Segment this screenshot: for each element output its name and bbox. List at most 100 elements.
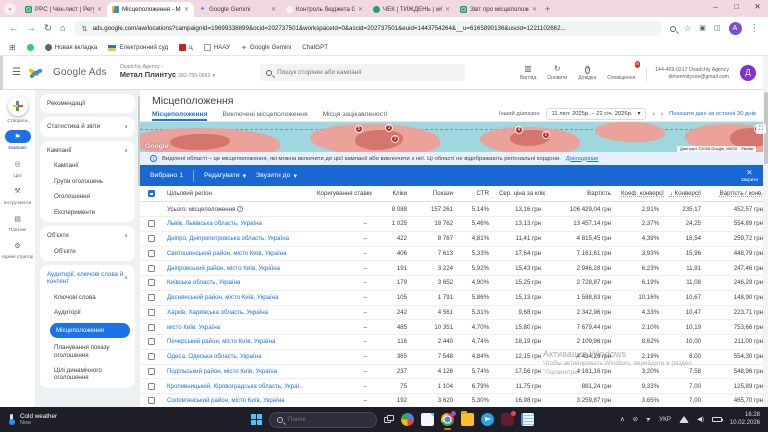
table-row[interactable]: Харків, Харківська область, Україна – 24…: [140, 306, 768, 321]
app-document-icon[interactable]: [421, 413, 434, 426]
task-view-button[interactable]: [384, 415, 394, 424]
tab-locations[interactable]: Місцеположення: [152, 107, 207, 121]
table-row[interactable]: Дніпро, Дніпропетровська область, Україн…: [140, 232, 768, 247]
zoom-icon[interactable]: [670, 26, 676, 32]
close-button[interactable]: ✕: [747, 0, 768, 14]
column-target-region[interactable]: Цільовий регіон: [162, 190, 312, 197]
notifications-button[interactable]: 8Сповіщення: [607, 64, 635, 81]
sidebar-item-locations-selected[interactable]: Місцеположення: [50, 323, 130, 338]
date-range-selector[interactable]: 11 лют. 2025р. – 22 січ. 2026р.▾: [546, 108, 647, 120]
region-link[interactable]: Кропивницький, Кіровоградська область, У…: [162, 383, 312, 390]
region-link[interactable]: Одеса, Одеська область, Україна: [162, 353, 312, 360]
tray-muted-icon[interactable]: ⊘: [633, 416, 638, 423]
sidebar-item-ad-schedule[interactable]: Планування показу оголошення: [40, 340, 135, 363]
map-terms-link[interactable]: Умови: [741, 146, 753, 152]
column-impressions[interactable]: Покази: [412, 190, 458, 197]
sidebar-item-ads[interactable]: Оголошення: [40, 189, 135, 204]
sidebar-item-assets[interactable]: Об'єкти: [40, 244, 135, 259]
browser-tab[interactable]: ✦Google Gemini✕: [194, 2, 281, 17]
region-link[interactable]: Харків, Харківська область, Україна: [162, 309, 312, 316]
view-button[interactable]: ▥Вигляд: [520, 64, 536, 81]
refresh-button[interactable]: ↻Оновити: [547, 64, 567, 81]
battery-icon[interactable]: [712, 417, 722, 422]
side-panel-icon[interactable]: ▣: [699, 25, 706, 32]
column-bid-adjustment[interactable]: Коригування ставки: [312, 190, 372, 197]
bookmark-whatsapp[interactable]: [27, 44, 34, 51]
column-conv-rate[interactable]: Коеф. конверсії: [616, 190, 664, 197]
column-clicks[interactable]: Кліки: [372, 190, 412, 197]
browser-tab[interactable]: PPC | Чек-лист | Регулярн✕: [20, 2, 107, 17]
column-avg-cpc[interactable]: Сер. ціна за клік: [494, 190, 546, 197]
table-row[interactable]: Святошинський район, місто Київ, Україна…: [140, 247, 768, 262]
sidebar-item-recommendations[interactable]: Рекомендації: [40, 96, 135, 111]
tab-excluded-locations[interactable]: Виключені місцеположення: [222, 107, 307, 121]
browser-profile-avatar[interactable]: A: [729, 22, 742, 35]
sidebar-item-experiments[interactable]: Експерименти: [40, 205, 135, 220]
app-camera-icon[interactable]: [501, 413, 514, 426]
tab-places-of-interest[interactable]: Місця зацікавленості: [323, 107, 388, 121]
map-canvas[interactable]: 5 3 3 4 5 5 Google Дані карт ©2026 Googl…: [140, 122, 768, 152]
table-row[interactable]: Подільський район, місто Київ, Україна –…: [140, 365, 768, 380]
rail-item-tools[interactable]: ⚒Інстру-менти: [0, 185, 35, 205]
user-avatar[interactable]: Д: [740, 65, 756, 81]
region-link[interactable]: Солом'янський район, місто Київ, Україна: [162, 397, 312, 404]
row-checkbox[interactable]: [148, 338, 155, 345]
apps-grid-icon[interactable]: ⊞: [9, 44, 16, 52]
sidebar-group-audiences[interactable]: Аудиторії, ключові слова й контент∧: [40, 267, 135, 290]
taskbar-search-input[interactable]: [288, 416, 369, 423]
region-link[interactable]: Львів, Львівська область, Україна: [162, 220, 312, 227]
row-checkbox[interactable]: [148, 383, 155, 390]
create-button[interactable]: [8, 96, 28, 116]
bookmark-gemini[interactable]: ✦Google Gemini: [241, 44, 291, 52]
campaign-search[interactable]: [260, 64, 465, 81]
next-period-button[interactable]: ›: [661, 111, 663, 118]
tab-search-chevron-icon[interactable]: ⌄: [4, 3, 16, 15]
map-marker[interactable]: 4: [515, 126, 523, 134]
close-toolbar-button[interactable]: ✕Закрити: [741, 169, 758, 182]
rail-item-admin[interactable]: ⚙Адміні-стратор: [0, 239, 35, 259]
row-checkbox[interactable]: [148, 397, 155, 404]
map-marker[interactable]: 3: [385, 124, 393, 132]
volume-icon[interactable]: ◀): [697, 416, 704, 423]
row-checkbox[interactable]: [148, 265, 155, 272]
browser-tab[interactable]: Звіт про місцеположенн✕: [455, 2, 542, 17]
bookmark-chatgpt[interactable]: ChatGPT: [302, 44, 328, 51]
language-indicator[interactable]: УКР: [659, 416, 671, 423]
sidebar-item-keywords[interactable]: Ключові слова: [40, 290, 135, 305]
row-checkbox[interactable]: [148, 294, 155, 301]
column-cost-per-conv[interactable]: Вартість / конв.: [706, 190, 768, 197]
taskbar-search[interactable]: [269, 412, 377, 428]
narrow-to-dropdown[interactable]: Звузити до▾: [256, 172, 297, 180]
forward-button[interactable]: →: [27, 24, 37, 34]
table-row[interactable]: Одеса, Одеська область, Україна – 365 7 …: [140, 350, 768, 365]
campaign-selector[interactable]: Osadchiy Agency › Метал Плинтус 282-755-…: [120, 65, 215, 80]
sidebar-item-dynamic-ad-targets[interactable]: Цілі динамічного оголошення: [40, 363, 135, 386]
bookmark-court[interactable]: Електронний суд: [108, 44, 168, 51]
table-row[interactable]: Львів, Львівська область, Україна – 1 02…: [140, 217, 768, 232]
browser-menu-icon[interactable]: ⋮: [750, 24, 760, 34]
page-scrollbar[interactable]: [763, 56, 768, 407]
sidebar-item-stats[interactable]: Статистика й звіти∨: [40, 119, 135, 134]
app-copilot-icon[interactable]: [401, 413, 414, 426]
tab-close-icon[interactable]: ✕: [97, 6, 102, 13]
help-button[interactable]: ?Довідка: [578, 64, 596, 81]
table-row[interactable]: Дніпровський район, місто Київ, Україна …: [140, 261, 768, 276]
column-ctr[interactable]: CTR: [458, 190, 494, 197]
bookmark-new-tab[interactable]: Новая вкладка: [45, 44, 98, 51]
row-checkbox[interactable]: [148, 368, 155, 375]
sidebar-item-ad-groups[interactable]: Групи оголошень: [40, 174, 135, 189]
tab-close-icon[interactable]: ✕: [184, 6, 189, 13]
table-row[interactable]: Солом'янський район, місто Київ, Україна…: [140, 394, 768, 407]
weather-widget[interactable]: Cold weatherNow: [8, 413, 148, 427]
maximize-button[interactable]: □: [726, 0, 747, 14]
row-checkbox[interactable]: [148, 235, 155, 242]
row-checkbox[interactable]: [148, 279, 155, 286]
tab-close-icon[interactable]: ✕: [271, 6, 276, 13]
row-checkbox[interactable]: [148, 309, 155, 316]
sidebar-group-campaigns[interactable]: Кампанії∧: [40, 143, 135, 158]
rail-item-billing[interactable]: ▤Платежі: [0, 212, 35, 232]
app-telegram-icon[interactable]: [481, 413, 494, 426]
tab-close-icon[interactable]: ✕: [358, 6, 363, 13]
row-checkbox[interactable]: [148, 250, 155, 257]
new-tab-button[interactable]: +: [545, 4, 550, 14]
